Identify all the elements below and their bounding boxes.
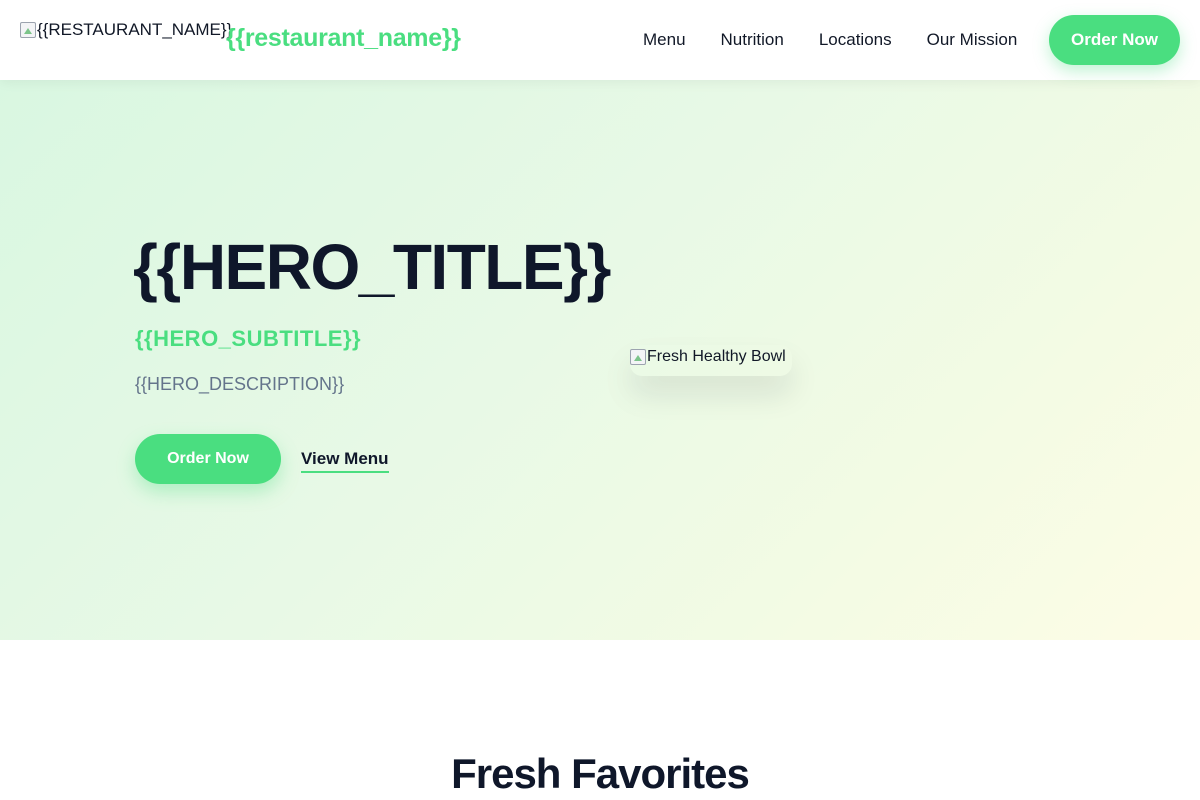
nav-link-nutrition[interactable]: Nutrition xyxy=(721,30,784,50)
view-menu-link[interactable]: View Menu xyxy=(301,449,389,473)
broken-image-icon xyxy=(20,22,36,38)
nav-link-menu[interactable]: Menu xyxy=(643,30,686,50)
restaurant-logo[interactable]: {{RESTAURANT_NAME}} xyxy=(20,20,232,40)
nav-link-locations[interactable]: Locations xyxy=(819,30,892,50)
hero-image-alt-text: Fresh Healthy Bowl xyxy=(647,348,786,365)
logo-alt-text: {{RESTAURANT_NAME}} xyxy=(37,20,233,39)
nav-link-our-mission[interactable]: Our Mission xyxy=(927,30,1018,50)
hero-section: {{HERO_TITLE}} {{HERO_SUBTITLE}} {{HERO_… xyxy=(0,80,1200,640)
hero-subtitle: {{HERO_SUBTITLE}} xyxy=(135,326,362,351)
broken-image-icon xyxy=(630,349,646,365)
hero-description: {{HERO_DESCRIPTION}} xyxy=(135,374,345,394)
hero-order-now-button[interactable]: Order Now xyxy=(135,434,281,484)
header-order-now-button[interactable]: Order Now xyxy=(1049,15,1180,65)
hero-bowl-image: Fresh Healthy Bowl xyxy=(630,345,792,376)
hero-title: {{HERO_TITLE}} xyxy=(133,231,611,303)
site-header: {{RESTAURANT_NAME}} {{restaurant_name}} … xyxy=(0,0,1200,80)
main-nav: Menu Nutrition Locations Our Mission xyxy=(643,0,1017,80)
brand-name[interactable]: {{restaurant_name}} xyxy=(226,24,461,53)
fresh-favorites-heading: Fresh Favorites xyxy=(451,750,750,797)
